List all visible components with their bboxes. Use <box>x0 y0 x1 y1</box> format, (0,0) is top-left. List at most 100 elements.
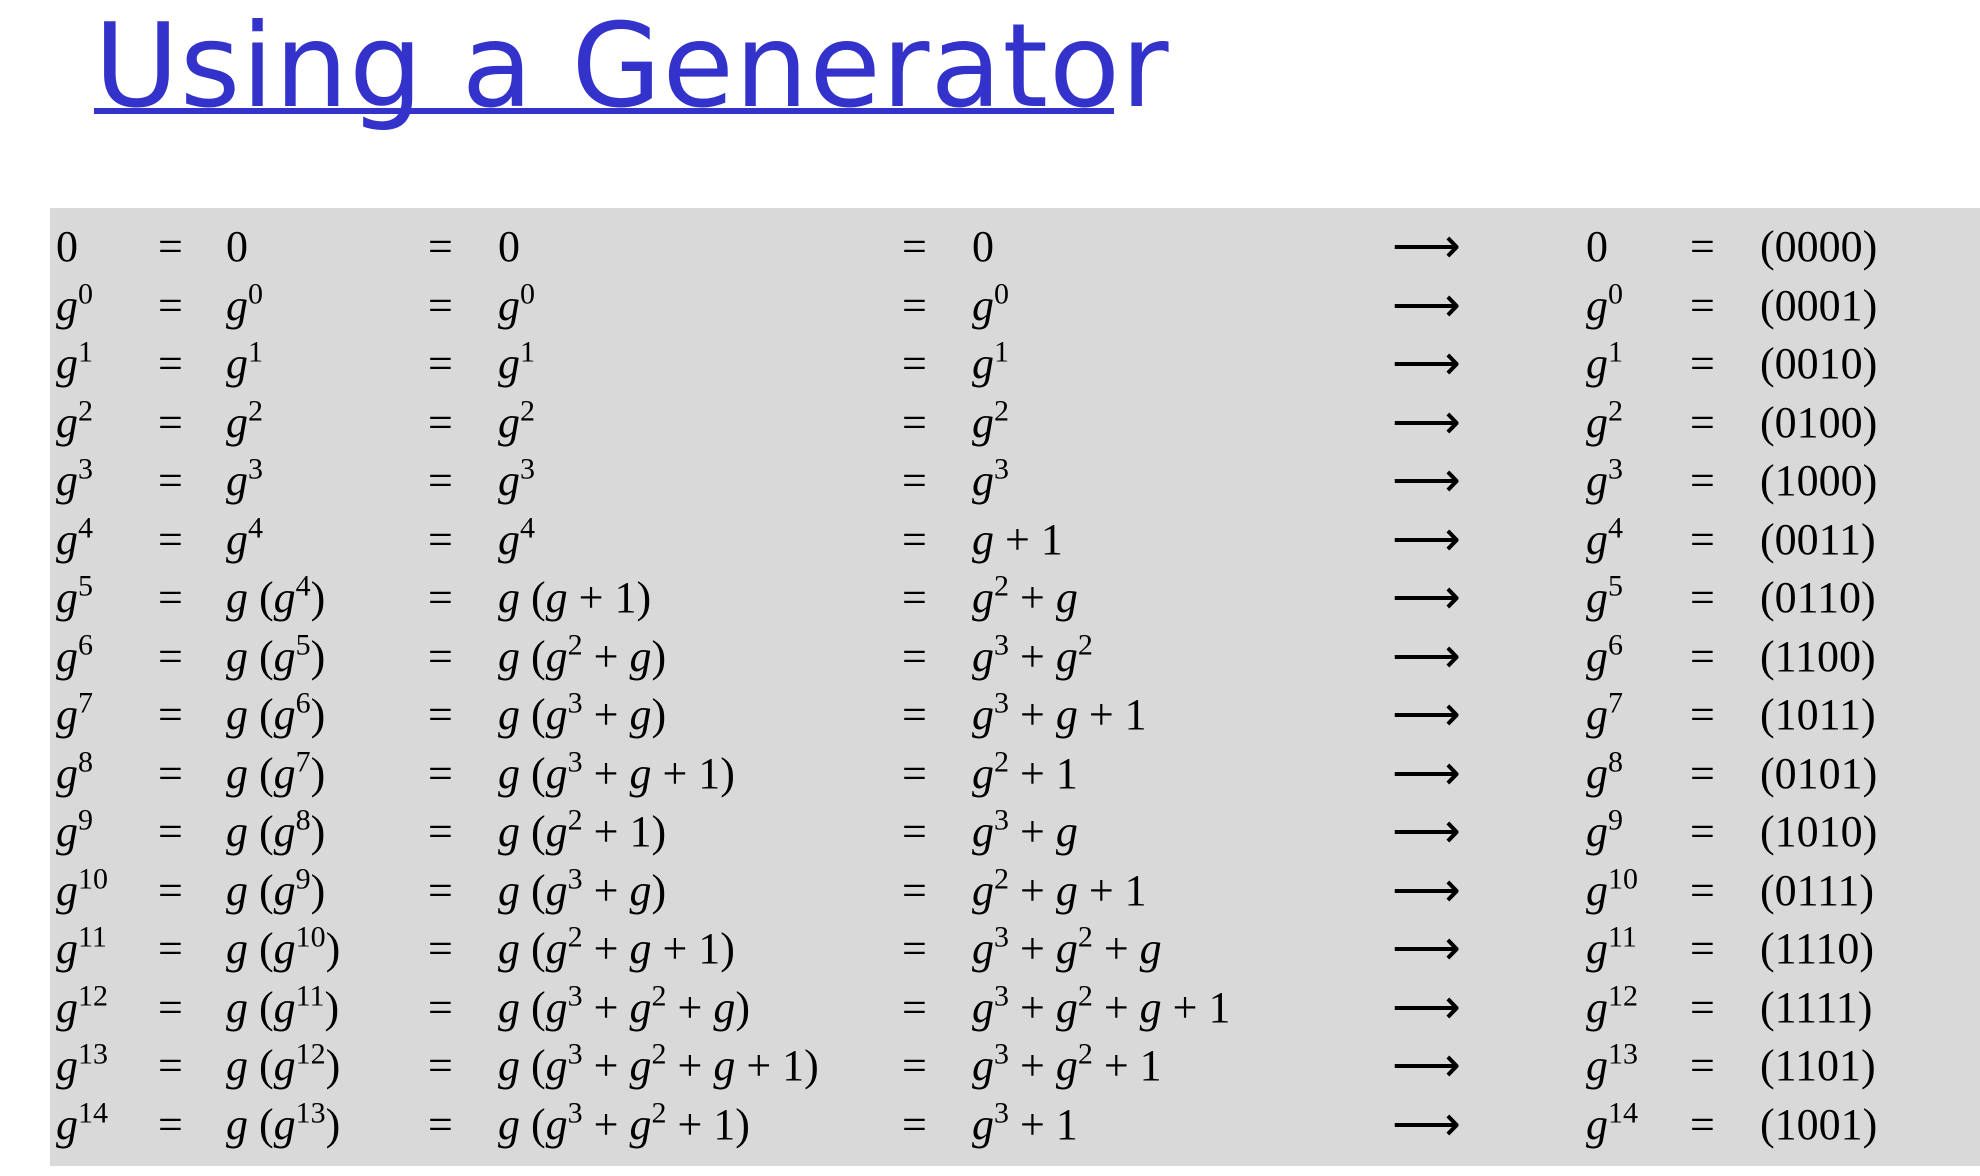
equals-sign: = <box>902 397 927 447</box>
equals-sign: = <box>158 1041 183 1090</box>
binary-code: (0110) <box>1760 573 1876 622</box>
equals-sign: = <box>1690 631 1715 681</box>
reduced-polynomial: g3 + 1 <box>972 1096 1078 1149</box>
binary-code: (1110) <box>1760 924 1875 973</box>
expansion-step-1: g (g7) <box>226 745 326 798</box>
reduced-polynomial: g2 <box>972 394 1009 447</box>
expansion-step-1: g (g6) <box>226 686 326 739</box>
power-lhs: g8 <box>56 745 93 798</box>
expansion-step-1: g (g5) <box>226 628 326 681</box>
reduced-polynomial: g3 + g2 + g + 1 <box>972 979 1231 1032</box>
equals-sign: = <box>1690 1099 1715 1149</box>
equals-sign: = <box>158 1099 183 1149</box>
table-row: g13 = g (g12) = g (g3 + g2 + g + 1) = g3 + g2 … <box>50 1037 1980 1095</box>
expansion-step-2: g (g3 + g) <box>498 862 667 915</box>
expansion-step-2: g (g3 + g2 + 1) <box>498 1096 750 1149</box>
power-result: g8 <box>1586 745 1623 798</box>
reduced-polynomial: g3 + g2 <box>972 628 1093 681</box>
reduced-polynomial: g3 + g2 + 1 <box>972 1037 1162 1090</box>
equals-sign: = <box>902 456 927 505</box>
equals-sign: = <box>428 397 453 447</box>
equals-sign: = <box>902 807 927 856</box>
table-row: g10 = g (g9) = g (g3 + g) = g2 + g + 1 ⟶ g10 = (01… <box>50 862 1980 920</box>
binary-code: (0000) <box>1760 222 1878 271</box>
expansion-step-1: g (g12) <box>226 1037 341 1090</box>
equals-sign: = <box>158 982 183 1032</box>
expansion-step-2: g4 <box>498 511 535 564</box>
maps-to-arrow: ⟶ <box>1392 512 1461 566</box>
table-row: g11 = g (g10) = g (g2 + g + 1) = g3 + g2 + g ⟶ g… <box>50 920 1980 978</box>
equals-sign: = <box>1690 982 1715 1032</box>
expansion-step-2: 0 <box>498 222 520 271</box>
power-lhs: g14 <box>56 1096 108 1149</box>
table-row: g8 = g (g7) = g (g3 + g + 1) = g2 + 1 ⟶ g8 = (0101… <box>50 745 1980 803</box>
expansion-step-2: g (g2 + g + 1) <box>498 920 735 973</box>
equals-sign: = <box>1690 397 1715 447</box>
equals-sign: = <box>158 748 183 798</box>
expansion-step-2: g0 <box>498 277 535 330</box>
maps-to-arrow: ⟶ <box>1392 746 1461 800</box>
equals-sign: = <box>158 573 183 622</box>
expansion-step-1: g (g13) <box>226 1096 341 1149</box>
equals-sign: = <box>1690 748 1715 798</box>
binary-code: (0100) <box>1760 397 1878 447</box>
equals-sign: = <box>1690 924 1715 973</box>
equals-sign: = <box>428 456 453 505</box>
table-row: g12 = g (g11) = g (g3 + g2 + g) = g3 + g2 + g … <box>50 979 1980 1037</box>
equals-sign: = <box>902 514 927 564</box>
reduced-polynomial: g1 <box>972 335 1009 388</box>
table-row: g2 = g2 = g2 = g2 ⟶ g2 = (0100) <box>50 394 1980 452</box>
table-row: g9 = g (g8) = g (g2 + 1) = g3 + g ⟶ g9 = (1010) <box>50 803 1980 861</box>
equals-sign: = <box>428 982 453 1032</box>
expansion-step-2: g (g3 + g2 + g + 1) <box>498 1037 819 1090</box>
power-result: g0 <box>1586 277 1623 330</box>
equals-sign: = <box>158 514 183 564</box>
maps-to-arrow: ⟶ <box>1392 980 1461 1034</box>
expansion-step-1: g (g10) <box>226 920 341 973</box>
equals-sign: = <box>1690 807 1715 856</box>
power-lhs: g12 <box>56 979 108 1032</box>
reduced-polynomial: g2 + 1 <box>972 745 1078 798</box>
expansion-step-2: g (g + 1) <box>498 573 652 622</box>
equals-sign: = <box>428 1041 453 1090</box>
reduced-polynomial: g3 + g2 + g <box>972 920 1162 973</box>
reduced-polynomial: g0 <box>972 277 1009 330</box>
maps-to-arrow: ⟶ <box>1392 1097 1461 1151</box>
title-underline <box>94 108 1114 114</box>
power-lhs: 0 <box>56 222 78 271</box>
power-result: g11 <box>1586 920 1637 973</box>
reduced-polynomial: 0 <box>972 222 994 271</box>
table-row: g14 = g (g13) = g (g3 + g2 + 1) = g3 + 1 ⟶ g14 = (… <box>50 1096 1980 1154</box>
equals-sign: = <box>428 339 453 388</box>
equals-sign: = <box>1690 573 1715 622</box>
expansion-step-1: g (g9) <box>226 862 326 915</box>
equals-sign: = <box>428 924 453 973</box>
maps-to-arrow: ⟶ <box>1392 688 1461 741</box>
power-lhs: g13 <box>56 1037 108 1090</box>
expansion-step-2: g (g3 + g2 + g) <box>498 979 750 1032</box>
equals-sign: = <box>158 631 183 681</box>
power-lhs: g10 <box>56 862 108 915</box>
expansion-step-2: g (g3 + g) <box>498 686 667 739</box>
binary-code: (0011) <box>1760 514 1876 564</box>
power-lhs: g4 <box>56 511 93 564</box>
binary-code: (1001) <box>1760 1099 1878 1149</box>
power-result: g14 <box>1586 1096 1638 1149</box>
power-result: g5 <box>1586 569 1623 622</box>
equals-sign: = <box>902 1041 927 1090</box>
maps-to-arrow: ⟶ <box>1392 278 1461 332</box>
table-row: g4 = g4 = g4 = g + 1 ⟶ g4 = (0011) <box>50 511 1980 569</box>
reduced-polynomial: g + 1 <box>972 514 1063 564</box>
expansion-step-1: g3 <box>226 452 263 505</box>
equals-sign: = <box>1690 690 1715 739</box>
power-lhs: g1 <box>56 335 93 388</box>
power-lhs: g0 <box>56 277 93 330</box>
equals-sign: = <box>902 690 927 739</box>
equals-sign: = <box>1690 339 1715 388</box>
maps-to-arrow: ⟶ <box>1392 805 1461 858</box>
power-result: g13 <box>1586 1037 1638 1090</box>
power-lhs: g7 <box>56 686 93 739</box>
equals-sign: = <box>428 748 453 798</box>
maps-to-arrow: ⟶ <box>1392 1039 1461 1092</box>
power-lhs: g6 <box>56 628 93 681</box>
